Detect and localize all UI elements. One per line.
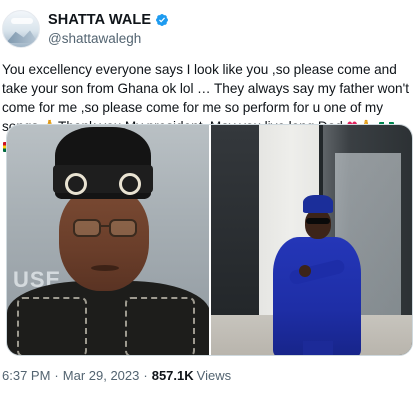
sunglasses	[306, 218, 330, 224]
glasses-bridge	[101, 225, 109, 227]
cap-pattern-1	[65, 173, 87, 195]
verified-badge-icon	[156, 14, 169, 26]
author-handle[interactable]: @shattawalegh	[48, 31, 141, 46]
tweet-date[interactable]: Mar 29, 2023	[63, 368, 140, 383]
blue-cap	[303, 195, 333, 213]
tweet-meta: 6:37 PM · Mar 29, 2023 · 857.1K Views	[2, 368, 231, 383]
avatar[interactable]	[2, 10, 40, 48]
meta-separator: ·	[54, 368, 59, 383]
views-label: Views	[196, 368, 232, 383]
blue-pants	[303, 341, 333, 355]
author-name-row[interactable]: SHATTA WALE	[48, 12, 169, 28]
tweet-time[interactable]: 6:37 PM	[2, 368, 50, 383]
author-display-name[interactable]: SHATTA WALE	[48, 12, 151, 28]
hand	[299, 265, 311, 277]
media-grid: USE	[6, 124, 413, 356]
photo-face	[59, 187, 149, 291]
media-photo-1[interactable]: USE	[7, 125, 209, 355]
man-head	[305, 209, 331, 239]
media-photo-2[interactable]	[211, 125, 412, 355]
glasses-left-lens	[73, 219, 101, 237]
avatar-cloud	[11, 18, 33, 24]
robe-embroidery-right	[125, 297, 195, 355]
glasses-right-lens	[109, 219, 137, 237]
tweet-card[interactable]: SHATTA WALE @shattawalegh You excellency…	[0, 0, 420, 400]
blue-agbada	[273, 237, 361, 355]
photo-mouth	[91, 265, 119, 271]
avatar-mountain	[6, 30, 38, 43]
cap-pattern-2	[119, 173, 141, 195]
robe-embroidery-left	[17, 297, 87, 355]
meta-separator-2: ·	[143, 368, 148, 383]
tweet-header: SHATTA WALE @shattawalegh	[2, 8, 412, 50]
views-count: 857.1K	[151, 368, 194, 383]
